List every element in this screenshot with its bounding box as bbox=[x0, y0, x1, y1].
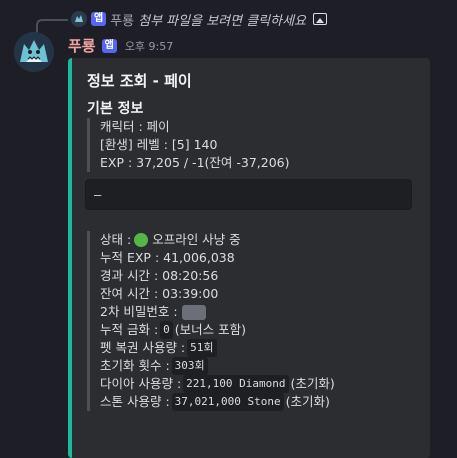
code-block-text: — bbox=[94, 187, 102, 202]
stone-label: 스톤 사용량 : bbox=[100, 394, 170, 409]
status-value: 오프라인 사냥 중 bbox=[152, 232, 241, 247]
gold-label: 누적 금화 : bbox=[100, 322, 159, 337]
pet-value: 51회 bbox=[187, 339, 217, 357]
embed: 정보 조회 - 페이 기본 정보 캐릭터 : 페이 [환생] 레벨 : [5] … bbox=[68, 58, 430, 458]
pet-label: 펫 복권 사용량 : bbox=[100, 340, 186, 355]
spoiler-block[interactable] bbox=[181, 304, 206, 320]
dragon-avatar-icon[interactable] bbox=[71, 11, 87, 27]
gold-line: 누적 금화 : 0 (보너스 포함) bbox=[100, 321, 335, 339]
stone-suffix: (초기화) bbox=[285, 394, 330, 409]
remaining-time-line: 잔여 시간 : 03:39:00 bbox=[100, 286, 219, 301]
stone-line: 스톤 사용량 : 37,021,000 Stone (초기화) bbox=[100, 393, 335, 411]
field-title: 기본 정보 bbox=[87, 101, 144, 117]
message-header: 푸룡 앱 오후 9:57 bbox=[68, 35, 173, 56]
status-label: 상태 : bbox=[100, 232, 132, 247]
character-line: 캐릭터 : 페이 bbox=[100, 119, 170, 134]
password-label: 2차 비밀번호 : bbox=[100, 304, 178, 319]
status-line: 상태 : 오프라인 사냥 중 bbox=[100, 231, 335, 249]
diamond-value: 221,100 Diamond bbox=[183, 375, 289, 393]
basic-info-quote: 캐릭터 : 페이 [환생] 레벨 : [5] 140 EXP : 37,205 … bbox=[87, 118, 290, 172]
stone-value: 37,021,000 Stone bbox=[171, 393, 284, 411]
message-timestamp[interactable]: 오후 9:57 bbox=[125, 38, 173, 54]
status-quote: 상태 : 오프라인 사냥 중 누적 EXP : 41,006,038 경과 시간… bbox=[87, 231, 335, 411]
reply-author[interactable]: 푸룡 bbox=[110, 10, 134, 29]
embed-title: 정보 조회 - 페이 bbox=[87, 72, 192, 90]
diamond-suffix: (초기화) bbox=[290, 376, 335, 391]
reset-line: 초기화 횟수 : 303회 bbox=[100, 357, 335, 375]
image-icon bbox=[313, 13, 328, 25]
elapsed-time-line: 경과 시간 : 08:20:56 bbox=[100, 268, 219, 283]
exp-line: EXP : 37,205 / -1(잔여 -37,206) bbox=[100, 155, 290, 170]
cumulative-exp-line: 누적 EXP : 41,006,038 bbox=[100, 250, 235, 265]
diamond-label: 다이아 사용량 : bbox=[100, 376, 182, 391]
reset-value: 303회 bbox=[171, 357, 208, 375]
dragon-avatar-icon bbox=[14, 32, 54, 72]
reset-label: 초기화 횟수 : bbox=[100, 358, 170, 373]
password-line: 2차 비밀번호 : bbox=[100, 303, 335, 321]
pet-line: 펫 복권 사용량 : 51회 bbox=[100, 339, 335, 357]
app-badge: 앱 bbox=[91, 12, 107, 26]
diamond-line: 다이아 사용량 : 221,100 Diamond (초기화) bbox=[100, 375, 335, 393]
reply-connector bbox=[36, 19, 68, 33]
avatar[interactable] bbox=[14, 32, 54, 72]
gold-suffix: (보너스 포함) bbox=[174, 322, 247, 337]
message-author[interactable]: 푸룡 bbox=[68, 35, 96, 56]
app-badge: 앱 bbox=[101, 38, 117, 53]
reply-text[interactable]: 첨부 파일을 보려면 클릭하세요 bbox=[138, 10, 306, 29]
code-block: — bbox=[85, 179, 412, 210]
reply-preview[interactable]: 앱 푸룡 첨부 파일을 보려면 클릭하세요 bbox=[71, 10, 328, 29]
gold-value: 0 bbox=[160, 321, 173, 339]
green-circle-icon bbox=[134, 233, 149, 247]
level-line: [환생] 레벨 : [5] 140 bbox=[100, 137, 218, 152]
